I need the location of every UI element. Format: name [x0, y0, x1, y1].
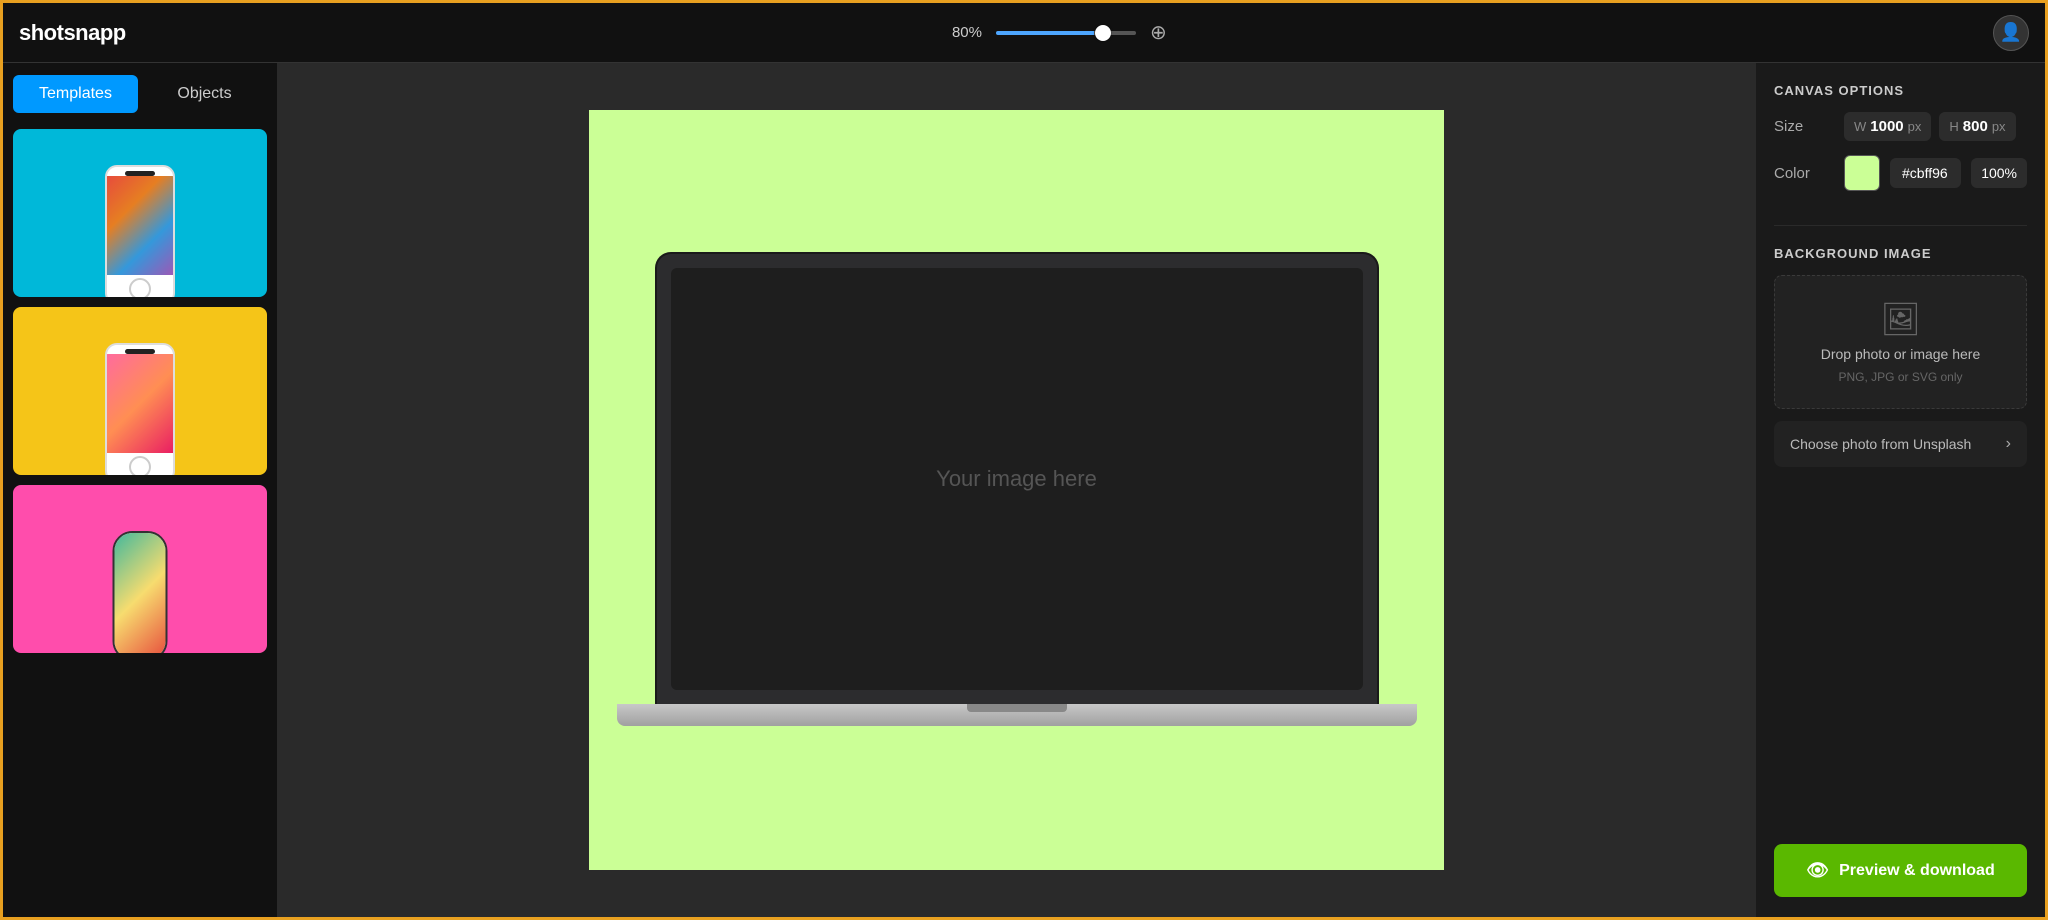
height-unit: px [1992, 119, 2006, 134]
opacity-value: 100 [1981, 165, 2004, 181]
preview-icon: 👁 [1806, 860, 1829, 881]
dimension-inputs: W 1000 px H 800 px [1844, 112, 2016, 141]
size-row: Size W 1000 px H 800 px [1774, 112, 2027, 141]
canvas-area[interactable]: Your image here [278, 63, 1755, 917]
canvas-options-title: CANVAS OPTIONS [1774, 83, 2027, 98]
preview-label: Preview & download [1839, 862, 1995, 880]
sidebar: Templates Objects [3, 63, 278, 917]
laptop-base [617, 704, 1417, 726]
sidebar-tabs: Templates Objects [3, 63, 277, 125]
width-unit: px [1908, 119, 1922, 134]
canvas-background: Your image here [589, 110, 1444, 870]
header: shotsnapp 80% ⊕ 👤 [3, 3, 2045, 63]
color-swatch[interactable] [1844, 155, 1880, 191]
divider [1774, 225, 2027, 226]
phone-screen-2 [107, 354, 173, 453]
canvas-options-section: CANVAS OPTIONS Size W 1000 px H 800 px [1774, 83, 2027, 205]
size-label: Size [1774, 118, 1834, 135]
phone-mockup-2 [105, 343, 175, 475]
height-letter: H [1949, 119, 1958, 134]
template-card[interactable] [13, 485, 267, 653]
width-input-wrap[interactable]: W 1000 px [1844, 112, 1931, 141]
bg-image-title: BACKGROUND IMAGE [1774, 246, 2027, 261]
preview-download-button[interactable]: 👁 Preview & download [1774, 844, 2027, 897]
tab-objects[interactable]: Objects [142, 75, 267, 113]
unsplash-label: Choose photo from Unsplash [1790, 436, 1971, 452]
opacity-unit: % [2005, 165, 2017, 181]
color-row: Color #cbff96 100% [1774, 155, 2027, 191]
phone-home-btn [129, 278, 151, 297]
color-hex-input[interactable]: #cbff96 [1890, 158, 1961, 188]
template-card[interactable] [13, 307, 267, 475]
height-input-wrap[interactable]: H 800 px [1939, 112, 2015, 141]
drop-title: Drop photo or image here [1821, 346, 1981, 362]
color-label: Color [1774, 165, 1834, 182]
color-opacity-input[interactable]: 100% [1971, 158, 2027, 188]
laptop-mockup: Your image here [617, 254, 1417, 726]
right-panel: CANVAS OPTIONS Size W 1000 px H 800 px [1755, 63, 2045, 917]
height-value: 800 [1963, 118, 1988, 135]
zoom-in-icon[interactable]: ⊕ [1150, 20, 1167, 45]
template-card[interactable] [13, 129, 267, 297]
user-icon: 👤 [2000, 22, 2022, 43]
phone-mockup-3 [113, 531, 168, 653]
laptop-screen: Your image here [671, 268, 1363, 690]
phone-home-btn [129, 456, 151, 475]
zoom-slider-wrap [996, 31, 1136, 35]
phone-screen-1 [107, 176, 173, 275]
background-image-section: BACKGROUND IMAGE 🖼 Drop photo or image h… [1774, 246, 2027, 467]
width-letter: W [1854, 119, 1866, 134]
avatar-button[interactable]: 👤 [1993, 15, 2029, 51]
zoom-controls: 80% ⊕ [952, 20, 1167, 45]
tab-templates[interactable]: Templates [13, 75, 138, 113]
chevron-right-icon: › [2006, 435, 2011, 453]
laptop-lid: Your image here [657, 254, 1377, 704]
canvas-placeholder: Your image here [936, 466, 1097, 492]
unsplash-button[interactable]: Choose photo from Unsplash › [1774, 421, 2027, 467]
laptop-hinge [967, 704, 1067, 712]
zoom-slider[interactable] [996, 31, 1136, 35]
image-upload-icon: 🖼 [1880, 300, 1921, 338]
app-logo: shotsnapp [19, 20, 126, 46]
zoom-label: 80% [952, 24, 982, 41]
drop-subtitle: PNG, JPG or SVG only [1838, 370, 1962, 384]
width-value: 1000 [1870, 118, 1903, 135]
phone-screen-3 [115, 533, 166, 653]
main-layout: Templates Objects [3, 63, 2045, 917]
phone-mockup-1 [105, 165, 175, 297]
template-list [3, 125, 277, 917]
drop-zone[interactable]: 🖼 Drop photo or image here PNG, JPG or S… [1774, 275, 2027, 409]
